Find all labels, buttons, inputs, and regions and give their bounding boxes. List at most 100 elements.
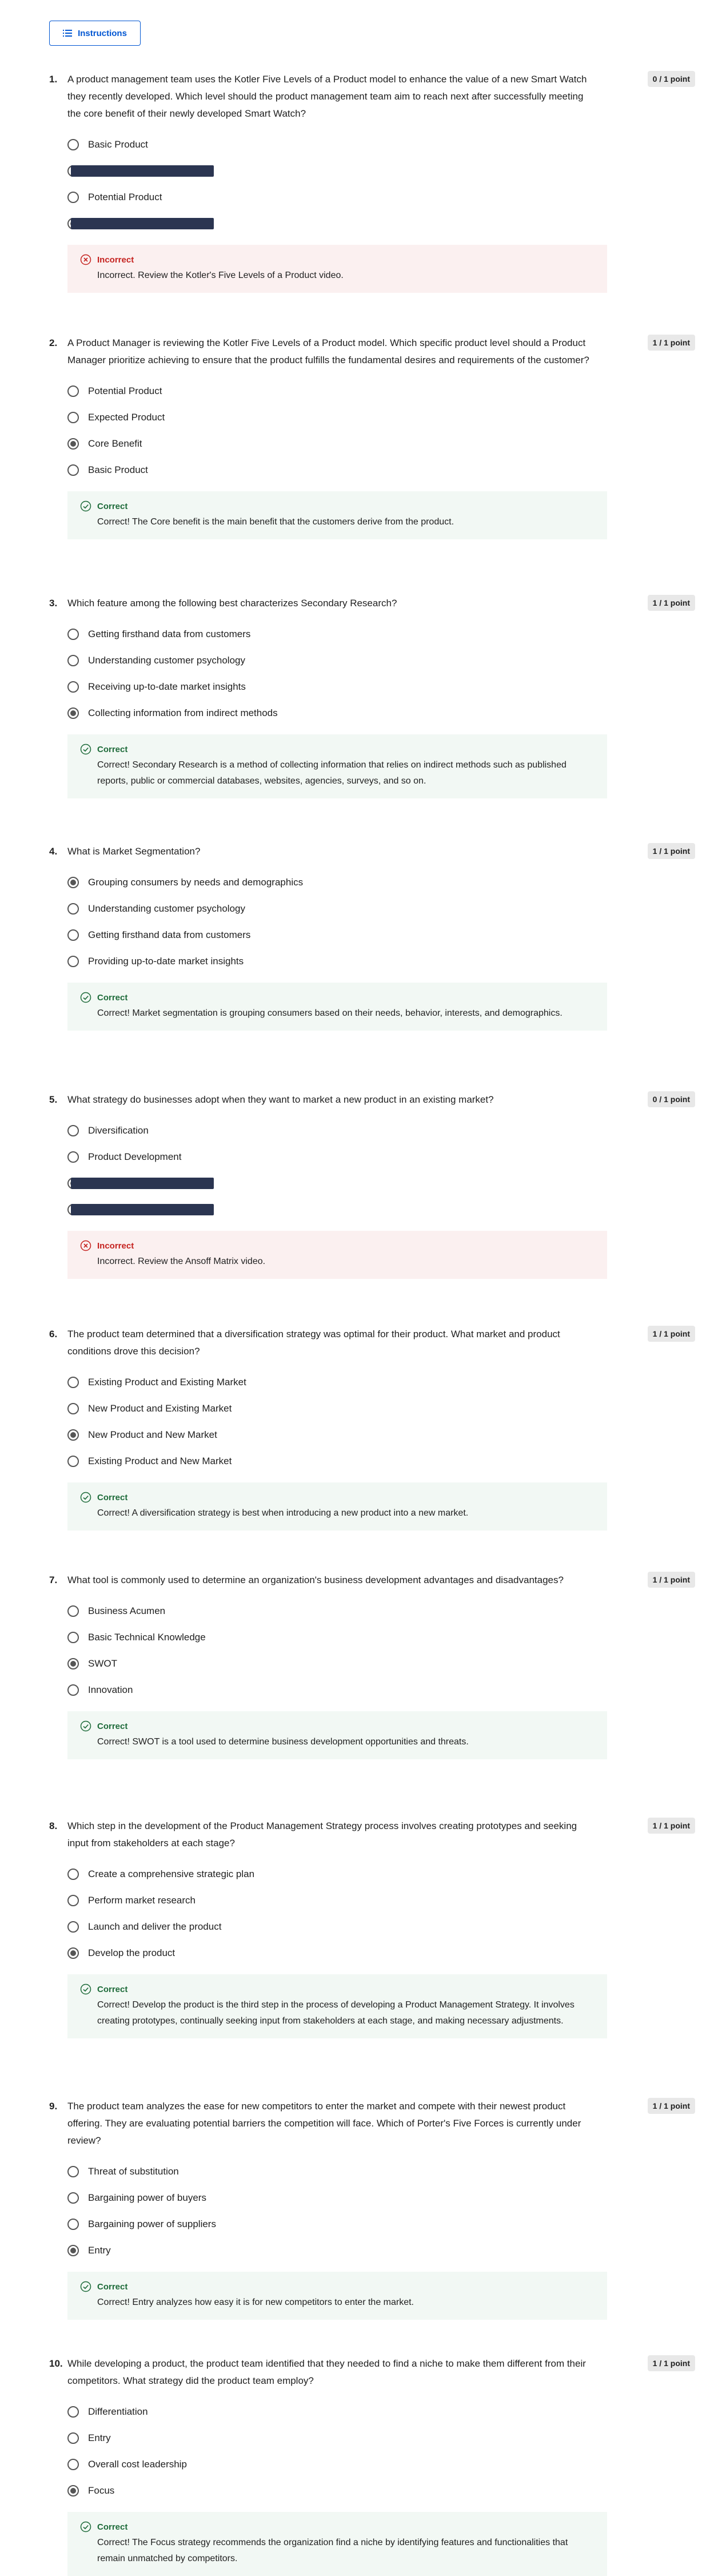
answer-option[interactable]: Collecting information from indirect met…	[67, 700, 695, 726]
radio-button[interactable]	[67, 1869, 79, 1880]
radio-button[interactable]	[67, 655, 79, 666]
answer-option[interactable]: Entry	[67, 2425, 695, 2451]
score-badge: 1 / 1 point	[647, 2098, 695, 2114]
answer-option[interactable]: Bargaining power of suppliers	[67, 2211, 695, 2237]
radio-button[interactable]	[67, 629, 79, 640]
answer-option[interactable]: Getting firsthand data from customers	[67, 922, 695, 948]
answer-option[interactable]: Perform market research	[67, 1887, 695, 1914]
answer-option[interactable]: Potential Product	[67, 378, 695, 404]
answer-option[interactable]: Bargaining power of buyers	[67, 2185, 695, 2211]
answer-option[interactable]: Focus	[67, 2478, 695, 2504]
answer-option[interactable]: Basic Product	[67, 132, 695, 158]
radio-button[interactable]	[67, 1921, 79, 1933]
feedback-box: Correct Correct! SWOT is a tool used to d…	[67, 1711, 607, 1759]
radio-button[interactable]	[67, 1658, 79, 1669]
answer-option[interactable]: New Product and Existing Market	[67, 1396, 695, 1422]
option-label: Threat of substitution	[88, 2166, 179, 2177]
radio-button[interactable]	[67, 877, 79, 888]
redacted-answer	[71, 1204, 214, 1215]
radio-button[interactable]	[67, 192, 79, 203]
question-text: The product team analyzes the ease for n…	[67, 2101, 581, 2146]
radio-button[interactable]	[67, 956, 79, 967]
answer-option[interactable]	[67, 1170, 695, 1196]
radio-button[interactable]	[67, 139, 79, 150]
radio-button[interactable]	[67, 2459, 79, 2470]
option-label: Bargaining power of suppliers	[88, 2219, 216, 2229]
option-label: New Product and New Market	[88, 1429, 217, 1440]
radio-button[interactable]	[67, 2485, 79, 2497]
question-header: 2. A Product Manager is reviewing the Kot…	[49, 335, 695, 369]
answer-option[interactable]: Diversification	[67, 1118, 695, 1144]
question-header: 9. The product team analyzes the ease for…	[49, 2098, 695, 2149]
option-label: Business Acumen	[88, 1605, 166, 1616]
x-circle-icon	[80, 254, 91, 265]
radio-button[interactable]	[67, 1605, 79, 1617]
check-circle-icon	[80, 992, 91, 1003]
radio-button[interactable]	[67, 707, 79, 719]
answer-option[interactable]: Providing up-to-date market insights	[67, 948, 695, 975]
answer-options: Existing Product and Existing Market New …	[67, 1369, 695, 1474]
answer-option[interactable]: Launch and deliver the product	[67, 1914, 695, 1940]
radio-button[interactable]	[67, 1947, 79, 1959]
radio-button[interactable]	[67, 2432, 79, 2444]
answer-option[interactable]: Potential Product	[67, 184, 695, 210]
score-badge: 1 / 1 point	[647, 1572, 695, 1588]
answer-option[interactable]	[67, 158, 695, 184]
answer-option[interactable]: Innovation	[67, 1677, 695, 1703]
answer-option[interactable]	[67, 210, 695, 237]
radio-button[interactable]	[67, 1403, 79, 1414]
answer-option[interactable]: Develop the product	[67, 1940, 695, 1966]
redacted-answer	[71, 218, 214, 229]
answer-option[interactable]: Understanding customer psychology	[67, 896, 695, 922]
radio-button[interactable]	[67, 1632, 79, 1643]
radio-button[interactable]	[67, 1895, 79, 1906]
radio-button[interactable]	[67, 1377, 79, 1388]
answer-option[interactable]: Create a comprehensive strategic plan	[67, 1861, 695, 1887]
radio-button[interactable]	[67, 929, 79, 941]
question-3: 3. Which feature among the following best…	[49, 595, 695, 798]
question-1: 1. A product management team uses the Kot…	[49, 71, 695, 293]
answer-option[interactable]: SWOT	[67, 1651, 695, 1677]
question-header: 3. Which feature among the following best…	[49, 595, 695, 612]
answer-option[interactable]: Basic Technical Knowledge	[67, 1624, 695, 1651]
answer-option[interactable]: Understanding customer psychology	[67, 647, 695, 674]
radio-button[interactable]	[67, 464, 79, 476]
answer-option[interactable]: Grouping consumers by needs and demograp…	[67, 869, 695, 896]
radio-button[interactable]	[67, 681, 79, 693]
answer-option[interactable]: Overall cost leadership	[67, 2451, 695, 2478]
answer-option[interactable]: Differentiation	[67, 2399, 695, 2425]
radio-button[interactable]	[67, 1456, 79, 1467]
radio-button[interactable]	[67, 903, 79, 915]
check-circle-icon	[80, 744, 91, 755]
feedback-status-label: Correct	[97, 744, 128, 754]
answer-option[interactable]: Existing Product and New Market	[67, 1448, 695, 1474]
answer-option[interactable]: New Product and New Market	[67, 1422, 695, 1448]
radio-button[interactable]	[67, 2166, 79, 2177]
answer-option[interactable]: Threat of substitution	[67, 2158, 695, 2185]
question-8: 8. Which step in the development of the P…	[49, 1818, 695, 2038]
radio-button[interactable]	[67, 1429, 79, 1441]
radio-button[interactable]	[67, 1684, 79, 1696]
radio-button[interactable]	[67, 1151, 79, 1163]
feedback-status: Correct	[80, 744, 595, 755]
radio-button[interactable]	[67, 2245, 79, 2256]
radio-button[interactable]	[67, 2406, 79, 2418]
instructions-button[interactable]: Instructions	[49, 21, 141, 46]
radio-button[interactable]	[67, 385, 79, 397]
answer-option[interactable]: Getting firsthand data from customers	[67, 621, 695, 647]
answer-option[interactable]	[67, 1196, 695, 1223]
radio-button[interactable]	[67, 2192, 79, 2204]
answer-option[interactable]: Existing Product and Existing Market	[67, 1369, 695, 1396]
answer-option[interactable]: Expected Product	[67, 404, 695, 431]
radio-button[interactable]	[67, 438, 79, 450]
radio-button[interactable]	[67, 1125, 79, 1136]
answer-option[interactable]: Business Acumen	[67, 1598, 695, 1624]
answer-option[interactable]: Receiving up-to-date market insights	[67, 674, 695, 700]
option-label: Providing up-to-date market insights	[88, 956, 244, 967]
radio-button[interactable]	[67, 2219, 79, 2230]
answer-option[interactable]: Entry	[67, 2237, 695, 2264]
answer-option[interactable]: Core Benefit	[67, 431, 695, 457]
radio-button[interactable]	[67, 412, 79, 423]
answer-option[interactable]: Basic Product	[67, 457, 695, 483]
answer-option[interactable]: Product Development	[67, 1144, 695, 1170]
